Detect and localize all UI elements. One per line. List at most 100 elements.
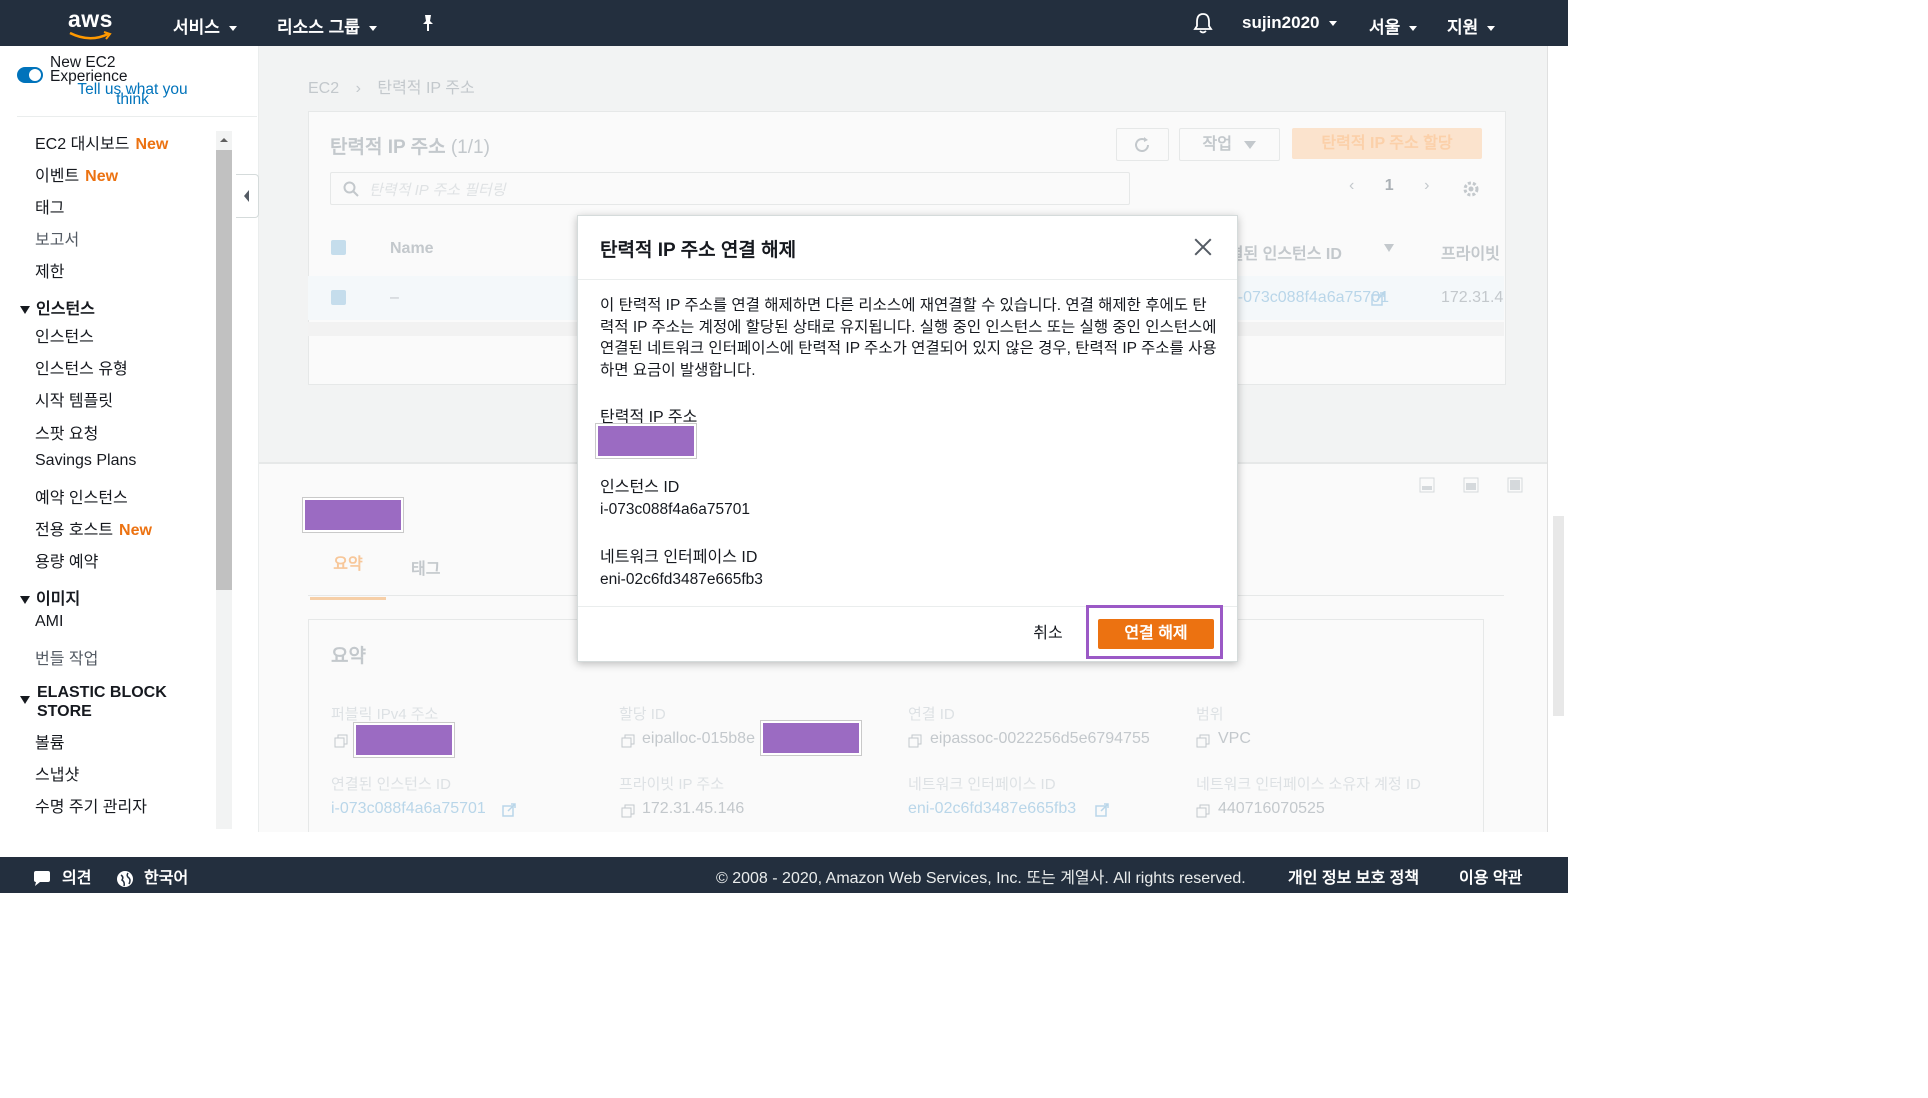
sidebar-item-capacity-reservations[interactable]: 용량 예약 [35, 548, 98, 572]
caret-down-icon [1244, 141, 1257, 149]
sidebar-section-instances[interactable]: 인스턴스 [20, 295, 95, 319]
chevron-down-icon [1409, 26, 1418, 32]
close-icon[interactable] [1192, 236, 1214, 258]
sidebar-item-reports[interactable]: 보고서 [35, 226, 79, 250]
sidebar-item-instances[interactable]: 인스턴스 [35, 323, 94, 347]
sidebar-item-bundle-tasks[interactable]: 번들 작업 [35, 645, 98, 669]
redacted-allocation-id-suffix [761, 721, 861, 755]
page-scrollbar[interactable] [1547, 46, 1569, 832]
sidebar-item-reserved-instances[interactable]: 예약 인스턴스 [35, 484, 128, 508]
support-menu[interactable]: 지원 [1447, 13, 1496, 38]
actions-dropdown[interactable]: 작업 [1179, 128, 1280, 161]
filter-search-input[interactable]: 탄력적 IP 주소 필터링 [330, 172, 1130, 205]
privacy-policy-link[interactable]: 개인 정보 보호 정책 [1288, 864, 1419, 888]
copy-icon[interactable] [1196, 734, 1210, 748]
layout-split-icon[interactable] [1463, 477, 1479, 493]
tell-us-feedback-link[interactable]: Tell us what you think [60, 82, 205, 108]
user-account-menu[interactable]: sujin2020 [1242, 13, 1337, 33]
sidebar-scrollbar-thumb[interactable] [216, 150, 232, 590]
sidebar-item-instance-types[interactable]: 인스턴스 유형 [35, 355, 128, 379]
resource-groups-menu[interactable]: 리소스 그룹 [277, 13, 377, 38]
new-badge: New [135, 136, 169, 153]
detail-value-instance-id-link[interactable]: i-073c088f4a6a75701 [331, 800, 486, 818]
select-all-checkbox[interactable] [331, 240, 346, 255]
detail-value-private-ip: 172.31.45.146 [642, 800, 745, 817]
detail-label-association-id: 연결 ID [908, 706, 955, 723]
external-link-icon[interactable] [1095, 803, 1109, 817]
copy-icon[interactable] [908, 734, 922, 748]
previous-page-icon[interactable]: ‹ [1349, 177, 1354, 194]
caret-down-icon [20, 595, 30, 604]
copy-icon[interactable] [334, 734, 348, 748]
layout-full-icon[interactable] [1507, 477, 1523, 493]
tab-summary[interactable]: 요약 [310, 551, 386, 600]
detail-value-scope: VPC [1218, 730, 1251, 747]
copy-icon[interactable] [1196, 804, 1210, 818]
aws-logo[interactable]: aws [68, 6, 114, 40]
sidebar-item-lifecycle-manager[interactable]: 수명 주기 관리자 [35, 793, 147, 817]
notifications-bell-icon[interactable] [1193, 12, 1213, 34]
pagination: ‹ 1 › [1349, 177, 1429, 195]
detail-label-public-ip: 퍼블릭 IPv4 주소 [331, 706, 439, 723]
sidebar-item-events[interactable]: 이벤트 New [35, 162, 118, 186]
language-selector[interactable]: 한국어 [116, 864, 188, 888]
sidebar-section-images[interactable]: 이미지 [20, 585, 80, 609]
redacted-elastic-ip-value [596, 424, 696, 458]
cancel-button[interactable]: 취소 [1018, 620, 1078, 648]
detail-label-eni-id: 네트워크 인터페이스 ID [908, 776, 1056, 793]
copy-icon[interactable] [621, 804, 635, 818]
sidebar-item-volumes[interactable]: 볼륨 [35, 729, 64, 753]
page-number[interactable]: 1 [1385, 177, 1394, 194]
dialog-description: 이 탄력적 IP 주소를 연결 해제하면 다른 리소스에 재연결할 수 있습니다… [600, 297, 1217, 379]
sidebar-item-ec2-dashboard[interactable]: EC2 대시보드 New [35, 130, 168, 154]
new-badge: New [85, 168, 119, 185]
terms-of-use-link[interactable]: 이용 약관 [1459, 864, 1522, 888]
console-footer: 의견 한국어 © 2008 - 2020, Amazon Web Service… [0, 857, 1568, 893]
layout-bottom-icon[interactable] [1419, 477, 1435, 493]
pin-icon[interactable] [420, 14, 436, 32]
sidebar-item-dedicated-hosts[interactable]: 전용 호스트 New [35, 516, 152, 540]
amazon-smile-icon [69, 31, 112, 40]
breadcrumb-ec2-link[interactable]: EC2 [308, 80, 339, 97]
external-link-icon[interactable] [1371, 292, 1385, 306]
sidebar-item-limits[interactable]: 제한 [35, 258, 64, 282]
column-header-private-ip[interactable]: 프라이빗 [1441, 240, 1500, 264]
breadcrumb: EC2 › 탄력적 IP 주소 [308, 74, 475, 98]
new-ec2-experience-label: New EC2 Experience [50, 54, 128, 85]
speech-bubble-icon [34, 870, 50, 886]
sidebar-collapse-button[interactable] [236, 174, 259, 218]
sidebar-section-ebs[interactable]: ELASTIC BLOCK STORE [20, 683, 167, 721]
copyright-text: © 2008 - 2020, Amazon Web Services, Inc.… [716, 870, 1246, 887]
sidebar-item-tags[interactable]: 태그 [35, 194, 64, 218]
chevron-down-icon [368, 26, 377, 32]
table-title: 탄력적 IP 주소 (1/1) [330, 137, 490, 158]
sidebar-item-savings-plans[interactable]: Savings Plans [35, 452, 136, 470]
sidebar-item-snapshots[interactable]: 스냅샷 [35, 761, 79, 785]
page-scrollbar-thumb[interactable] [1553, 516, 1564, 716]
detail-label-scope: 범위 [1196, 706, 1224, 723]
detail-label-eni-owner: 네트워크 인터페이스 소유자 계정 ID [1196, 776, 1421, 793]
external-link-icon[interactable] [502, 803, 516, 817]
refresh-button[interactable] [1116, 128, 1169, 161]
allocate-eip-button[interactable]: 탄력적 IP 주소 할당 [1292, 128, 1482, 159]
sort-down-icon[interactable] [1384, 244, 1394, 252]
copy-icon[interactable] [621, 734, 635, 748]
sidebar-item-spot-requests[interactable]: 스팟 요청 [35, 420, 98, 444]
sidebar-item-launch-templates[interactable]: 시작 템플릿 [35, 387, 113, 411]
dialog-title: 탄력적 IP 주소 연결 해제 [600, 240, 797, 261]
column-header-instance[interactable]: 연결된 인스턴스 ID [1214, 240, 1394, 264]
column-header-name[interactable]: Name [390, 240, 434, 258]
feedback-link[interactable]: 의견 [32, 864, 91, 888]
region-menu[interactable]: 서울 [1369, 13, 1418, 38]
scroll-up-arrow-icon[interactable] [216, 134, 232, 146]
sidebar-item-ami[interactable]: AMI [35, 613, 63, 631]
detail-value-eni-link[interactable]: eni-02c6fd3487e665fb3 [908, 800, 1076, 818]
settings-gear-icon[interactable] [1462, 180, 1480, 198]
row-checkbox[interactable] [331, 290, 346, 305]
new-ec2-experience-toggle[interactable] [17, 67, 43, 83]
tab-tags[interactable]: 태그 [411, 555, 440, 579]
services-menu[interactable]: 서비스 [173, 13, 237, 38]
next-page-icon[interactable]: › [1424, 177, 1429, 194]
breadcrumb-separator-icon: › [355, 80, 361, 97]
redacted-public-ipv4 [354, 723, 454, 757]
